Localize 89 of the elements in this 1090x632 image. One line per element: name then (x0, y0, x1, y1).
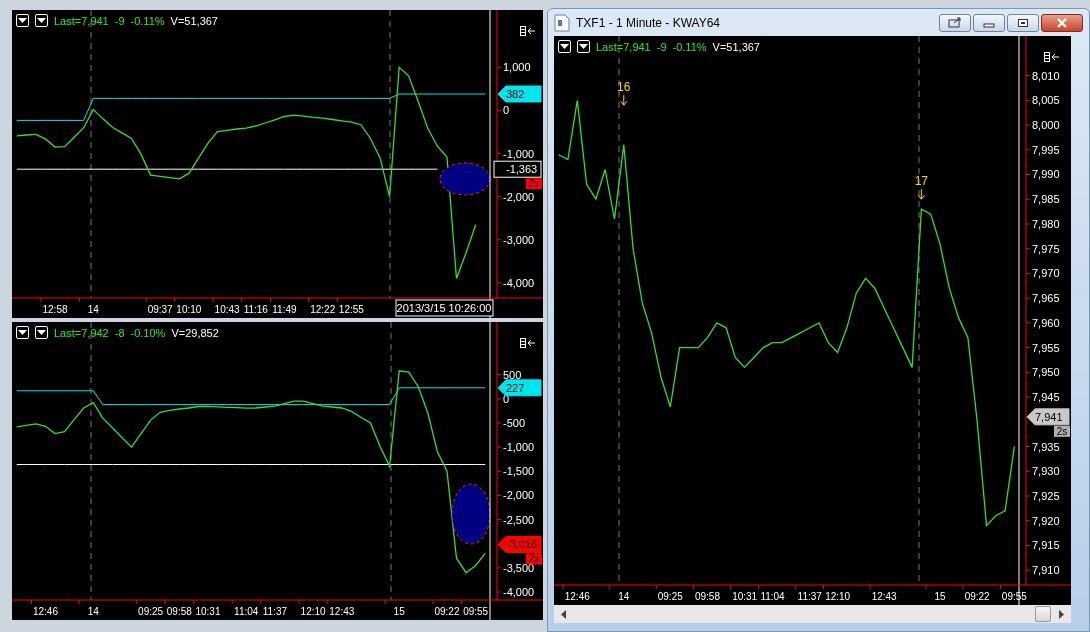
axis-label: 09:55 (463, 606, 489, 617)
last-price: Last=7,941 (596, 40, 651, 53)
axis-label: -4,000 (503, 586, 535, 599)
axis-label: 11:16 (243, 304, 268, 315)
axis-label: 7,990 (1032, 168, 1060, 181)
percent-change: -0.11% (672, 40, 707, 53)
axis-label: 10:31 (195, 606, 221, 617)
price-change: -9 (114, 14, 125, 27)
axis-label: 8,010 (1032, 69, 1060, 82)
axis-label: 14 (618, 591, 630, 602)
axis-label: 14 (87, 606, 99, 617)
axis-label: 7,945 (1032, 391, 1060, 404)
axis-label: -1,000 (503, 147, 535, 160)
axis-label: 8,000 (1032, 119, 1060, 132)
axis-label: 500 (503, 368, 522, 381)
axis-label: 10:10 (176, 304, 202, 315)
axis-label: -1,000 (503, 441, 535, 454)
axis-label: -2,000 (503, 489, 535, 502)
axis-label: 14 (87, 304, 99, 315)
annotation: 17 (914, 174, 929, 189)
axis-label: -4,000 (503, 276, 535, 289)
axis-label: 7,910 (1032, 564, 1060, 577)
axis-label: 09:22 (434, 606, 460, 617)
volume: V=51,367 (712, 40, 760, 53)
volume: V=29,852 (171, 326, 219, 339)
axis-label: 11:37 (262, 606, 288, 617)
axis-label: 7,925 (1032, 489, 1060, 502)
axis-label: 7,955 (1032, 341, 1060, 354)
axis-label: 8,005 (1032, 94, 1060, 107)
axis-label: 1,000 (503, 61, 531, 74)
axis-label: 10:43 (214, 304, 240, 315)
axis-label: 12:10 (825, 591, 851, 602)
axis-label: 09:37 (147, 304, 173, 315)
axis-label: 0 (503, 104, 510, 117)
last-price: Last=7,942 (54, 326, 109, 339)
axis-label: 7,920 (1032, 514, 1060, 527)
axis-label: 15 (393, 606, 405, 617)
timer-badge: 2s (526, 178, 542, 190)
axis-label: -2,500 (503, 513, 535, 526)
axis-label: -500 (503, 416, 526, 429)
axis-label: 7,965 (1032, 292, 1060, 305)
timer-badge: 2s (526, 553, 542, 565)
axis-label: 09:25 (657, 591, 683, 602)
axis-label: -2,000 (503, 190, 535, 203)
timer-badge: 2s (1054, 425, 1070, 437)
axis-label: 12:10 (300, 606, 326, 617)
price-tag: 7,941 (1026, 408, 1070, 426)
axis-label: 7,980 (1032, 217, 1060, 230)
axis-label: 12:46 (32, 606, 58, 617)
axis-label: 7,935 (1032, 440, 1060, 453)
axis-label: 7,995 (1032, 143, 1060, 156)
last-price: Last=7,941 (54, 14, 109, 27)
axis-label: 12:22 (310, 304, 336, 315)
axis-label: 09:25 (138, 606, 164, 617)
axis-label: 12:46 (564, 591, 590, 602)
crosshair-time-label: 2013/3/15 10:26:00 (395, 299, 494, 317)
axis-label: 12:43 (329, 606, 355, 617)
annotation: 16 (617, 80, 631, 95)
price-tag: -3,016 (497, 536, 542, 553)
axis-label: 09:58 (166, 606, 192, 617)
window-title: TXF1 - 1 Minute - KWAY64 (576, 15, 721, 30)
axis-label: 7,960 (1032, 316, 1060, 329)
axis-label: 7,950 (1032, 366, 1060, 379)
axis-label: 12:55 (338, 304, 364, 315)
axis-label: 7,915 (1032, 539, 1060, 552)
percent-change: -0.10% (130, 326, 166, 339)
price-change: -8 (114, 326, 125, 339)
axis-label: 11:04 (760, 591, 785, 602)
axis-label: 7,985 (1032, 193, 1060, 206)
axis-label: 11:04 (234, 606, 259, 617)
axis-label: 10:31 (732, 591, 758, 602)
axis-label: 12:58 (42, 304, 68, 315)
axis-label: 09:55 (1001, 591, 1027, 602)
price-change: -9 (656, 40, 667, 53)
axis-label: 09:22 (964, 591, 990, 602)
axis-label: -3,000 (503, 233, 535, 246)
axis-label: -1,500 (503, 465, 535, 478)
axis-label: 11:37 (797, 591, 822, 602)
price-tag: -1,363 (493, 160, 542, 178)
axis-label: 7,975 (1032, 242, 1060, 255)
axis-label: 15 (934, 591, 946, 602)
axis-label: 7,930 (1032, 465, 1060, 478)
axis-label: 12:43 (871, 591, 897, 602)
percent-change: -0.11% (130, 14, 165, 27)
volume: V=51,367 (170, 14, 218, 27)
price-tag: 382 (497, 85, 542, 103)
axis-label: 7,970 (1032, 267, 1060, 280)
axis-label: 11:49 (272, 304, 297, 315)
axis-label: 09:58 (694, 591, 720, 602)
